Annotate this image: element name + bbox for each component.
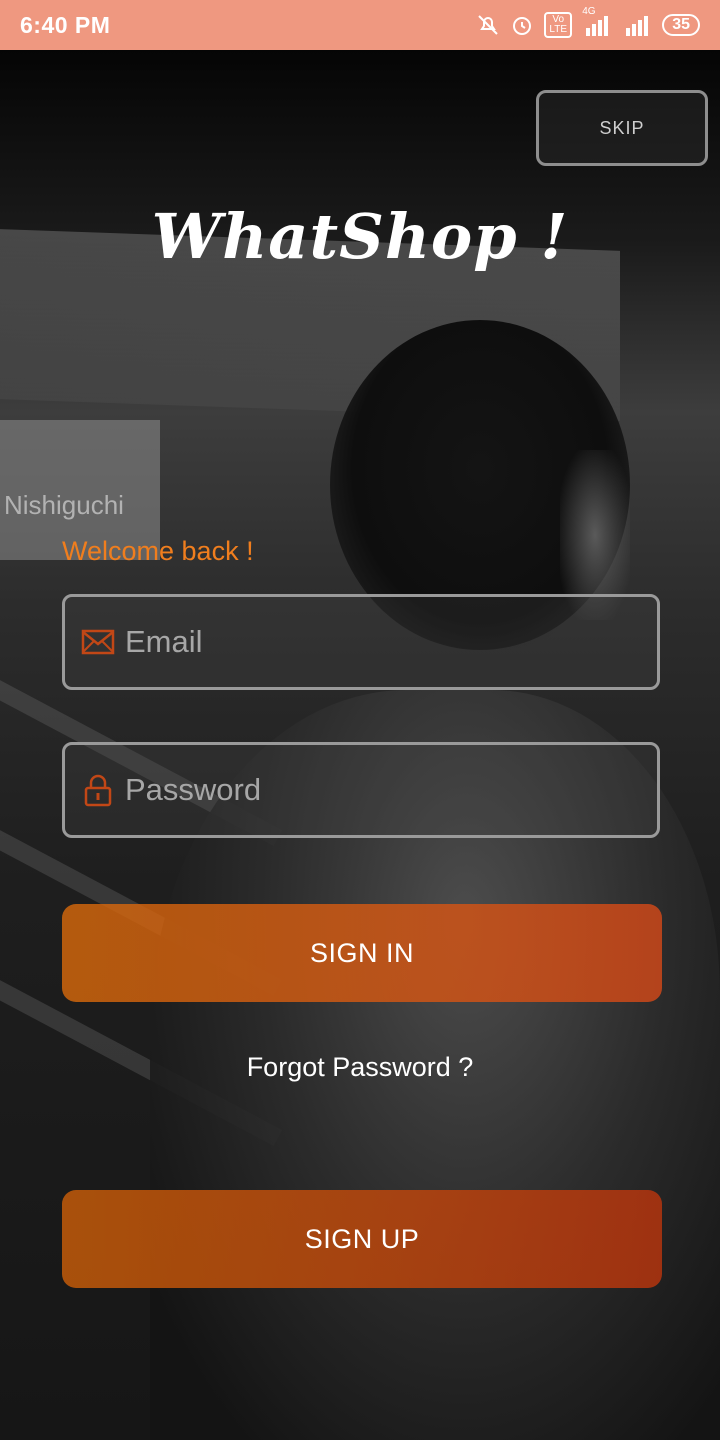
sign-up-button[interactable]: SIGN UP xyxy=(62,1190,662,1288)
welcome-text: Welcome back ! xyxy=(62,536,254,566)
password-placeholder: Password xyxy=(125,772,262,807)
mute-notification-icon xyxy=(476,13,500,37)
status-icons: Vo LTE 4G 35 xyxy=(476,6,700,38)
app-logo: WhatShop ! xyxy=(151,200,569,273)
alarm-icon xyxy=(510,13,534,37)
photo-sign-text: Nishiguchi xyxy=(4,490,124,520)
email-placeholder: Email xyxy=(125,624,203,659)
network-type-label: 4G xyxy=(582,6,596,17)
lock-icon xyxy=(81,773,115,807)
volte-icon: Vo LTE xyxy=(544,12,573,38)
email-field[interactable]: Email xyxy=(62,594,660,690)
status-bar: 6:40 PM Vo LTE 4G 35 xyxy=(0,0,720,50)
status-time: 6:40 PM xyxy=(20,11,111,38)
battery-indicator: 35 xyxy=(662,14,700,36)
forgot-password-link[interactable]: Forgot Password ? xyxy=(0,1052,720,1083)
skip-button[interactable]: SKIP xyxy=(536,90,708,166)
signal-4g-icon: 4G xyxy=(582,6,612,36)
sign-in-button[interactable]: SIGN IN xyxy=(62,904,662,1002)
signal-icon xyxy=(622,14,652,36)
password-field[interactable]: Password xyxy=(62,742,660,838)
envelope-icon xyxy=(81,625,115,659)
